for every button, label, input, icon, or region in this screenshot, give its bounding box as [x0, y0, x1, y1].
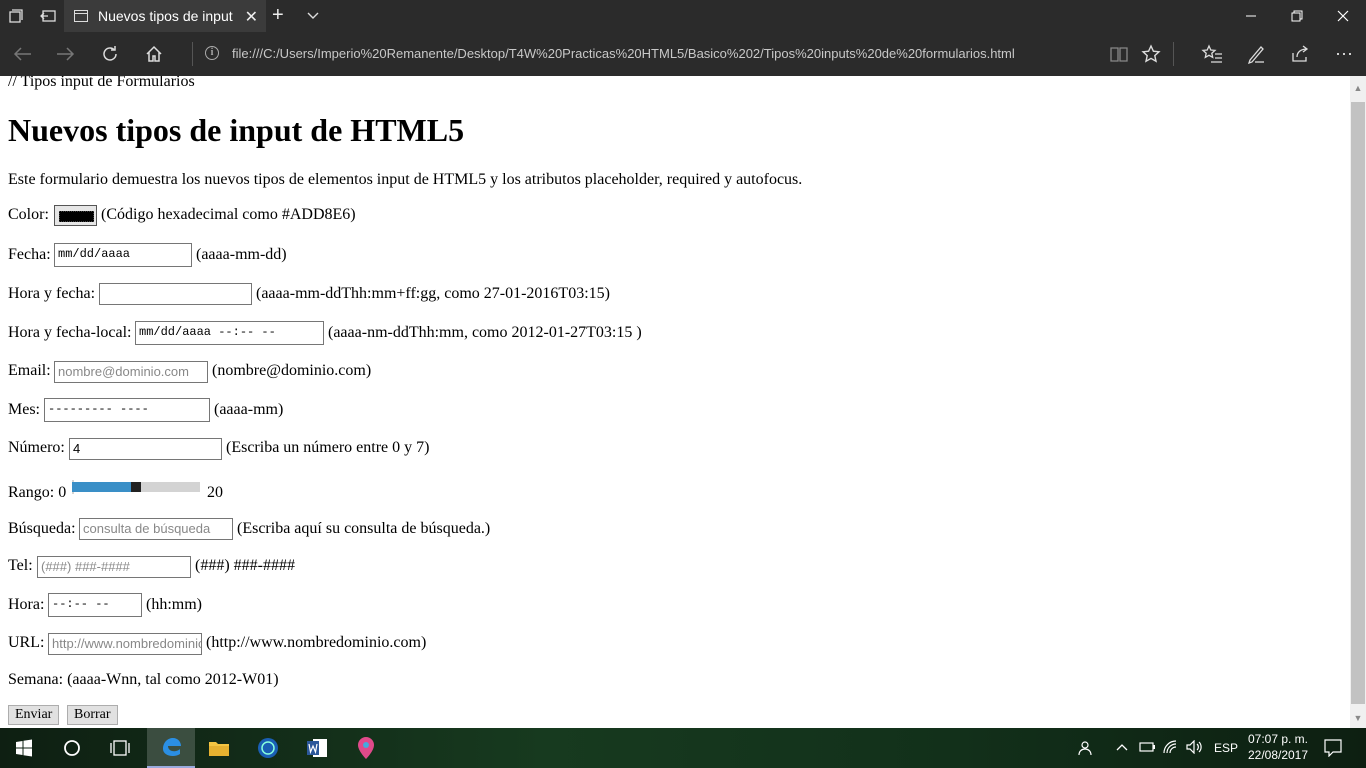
datetime-local-input[interactable]: mm/dd/aaaa --:-- -- [135, 321, 324, 345]
search-label: Búsqueda: [8, 520, 76, 537]
scroll-thumb[interactable] [1351, 102, 1365, 704]
clock-date: 22/08/2017 [1247, 748, 1309, 762]
range-slider[interactable] [72, 480, 200, 494]
search-input[interactable]: consulta de búsqueda [79, 518, 233, 540]
tel-hint: (###) ###-#### [195, 557, 295, 574]
refresh-icon[interactable] [88, 32, 132, 76]
page-heading: Nuevos tipos de input de HTML5 [8, 112, 465, 148]
url-input[interactable]: http://www.nombredominio.com [48, 633, 202, 655]
restore-button[interactable] [1274, 0, 1320, 32]
clock[interactable]: 07:07 p. m. 22/08/2017 [1238, 731, 1318, 763]
people-icon[interactable] [1078, 740, 1096, 759]
chevron-up-icon[interactable] [1115, 740, 1129, 757]
minimize-button[interactable] [1228, 0, 1274, 32]
range-track [141, 482, 200, 492]
url-hint: (http://www.nombredominio.com) [206, 634, 427, 651]
windows-start-icon[interactable] [0, 728, 48, 768]
language-indicator[interactable]: ESP [1214, 741, 1238, 755]
navigation-bar: i file:///C:/Users/Imperio%20Remanente/D… [0, 32, 1366, 76]
close-window-button[interactable] [1320, 0, 1366, 32]
word-icon[interactable] [293, 728, 341, 768]
vertical-scrollbar[interactable]: ▲ ▼ [1350, 76, 1366, 728]
wifi-icon[interactable] [1163, 740, 1181, 757]
scroll-down-icon[interactable]: ▼ [1350, 710, 1366, 726]
pen-notes-icon[interactable] [1234, 32, 1278, 76]
tel-input[interactable]: (###) ###-#### [37, 556, 191, 578]
page-comment: // Tipos input de Formularios [8, 76, 195, 90]
date-hint: (aaaa-mm-dd) [196, 246, 287, 263]
notifications-icon[interactable] [1324, 739, 1342, 760]
time-hint: (hh:mm) [146, 596, 202, 613]
number-label: Número: [8, 439, 65, 456]
range-label: Rango: 0 [8, 484, 67, 501]
new-tab-icon[interactable]: + [272, 4, 284, 27]
number-input[interactable]: 4 [69, 438, 222, 460]
task-view-icon[interactable] [96, 728, 144, 768]
url-label: URL: [8, 634, 45, 651]
number-hint: (Escriba un número entre 0 y 7) [226, 439, 430, 456]
favorites-hub-icon[interactable] [1190, 32, 1234, 76]
color-label: Color: [8, 206, 49, 223]
datetime-input[interactable] [99, 283, 252, 305]
submit-button[interactable]: Enviar [8, 705, 60, 725]
page-icon [74, 10, 88, 22]
reset-button[interactable]: Borrar [67, 705, 118, 725]
intro-text: Este formulario demuestra los nuevos tip… [8, 171, 803, 188]
time-label: Hora: [8, 596, 45, 613]
month-input[interactable]: --------- ---- [44, 398, 210, 422]
week-label: Semana: (aaaa-Wnn, tal como 2012-W01) [8, 671, 279, 688]
set-tabs-aside-icon[interactable] [32, 0, 64, 32]
edge-browser-icon[interactable] [147, 728, 195, 768]
app-globe-icon[interactable] [244, 728, 292, 768]
page-content: // Tipos input de Formularios Nuevos tip… [0, 76, 1350, 728]
home-icon[interactable] [132, 32, 176, 76]
clock-time: 07:07 p. m. [1247, 732, 1309, 746]
chevron-down-icon[interactable] [306, 8, 320, 27]
taskbar: ESP 07:07 p. m. 22/08/2017 [0, 728, 1366, 768]
range-fill [72, 482, 131, 492]
address-bar[interactable]: file:///C:/Users/Imperio%20Remanente/Des… [232, 46, 1015, 61]
file-explorer-icon[interactable] [195, 728, 243, 768]
email-label: Email: [8, 362, 51, 379]
date-input[interactable]: mm/dd/aaaa [54, 243, 192, 267]
tab-title: Nuevos tipos de input c [98, 8, 234, 24]
range-max-label: 20 [207, 484, 223, 501]
range-thumb[interactable] [131, 482, 141, 492]
favorite-star-icon[interactable] [1129, 32, 1173, 76]
title-bar: Nuevos tipos de input c ✕ + [0, 0, 1366, 32]
info-icon[interactable]: i [205, 46, 219, 60]
month-hint: (aaaa-mm) [214, 401, 284, 418]
datetime-label: Hora y fecha: [8, 285, 96, 302]
maps-pin-icon[interactable] [342, 728, 390, 768]
date-label: Fecha: [8, 246, 51, 263]
share-icon[interactable] [1278, 32, 1322, 76]
cortana-search-icon[interactable] [48, 728, 96, 768]
time-input[interactable]: --:-- -- [48, 593, 142, 617]
email-input[interactable]: nombre@dominio.com [54, 361, 208, 383]
datetime-local-hint: (aaaa-nm-ddThh:mm, como 2012-01-27T03:15… [328, 324, 642, 341]
search-hint: (Escriba aquí su consulta de búsqueda.) [237, 520, 491, 537]
datetime-hint: (aaaa-mm-ddThh:mm+ff:gg, como 27-01-2016… [256, 285, 610, 302]
close-tab-icon[interactable]: ✕ [245, 7, 258, 27]
forward-arrow-icon[interactable] [44, 32, 88, 76]
volume-icon[interactable] [1186, 739, 1204, 757]
browser-tab[interactable]: Nuevos tipos de input c ✕ [64, 0, 266, 32]
datetime-local-label: Hora y fecha-local: [8, 324, 132, 341]
email-hint: (nombre@dominio.com) [212, 362, 372, 379]
more-icon[interactable]: ⋯ [1322, 32, 1366, 76]
back-arrow-icon[interactable] [0, 32, 44, 76]
color-swatch [59, 211, 94, 222]
color-input[interactable] [54, 205, 97, 226]
month-label: Mes: [8, 401, 40, 418]
color-hint: (Código hexadecimal como #ADD8E6) [101, 206, 356, 223]
tab-manager-icon[interactable] [0, 0, 32, 32]
tel-label: Tel: [8, 557, 33, 574]
scroll-up-icon[interactable]: ▲ [1350, 80, 1366, 96]
battery-icon[interactable] [1139, 740, 1157, 757]
